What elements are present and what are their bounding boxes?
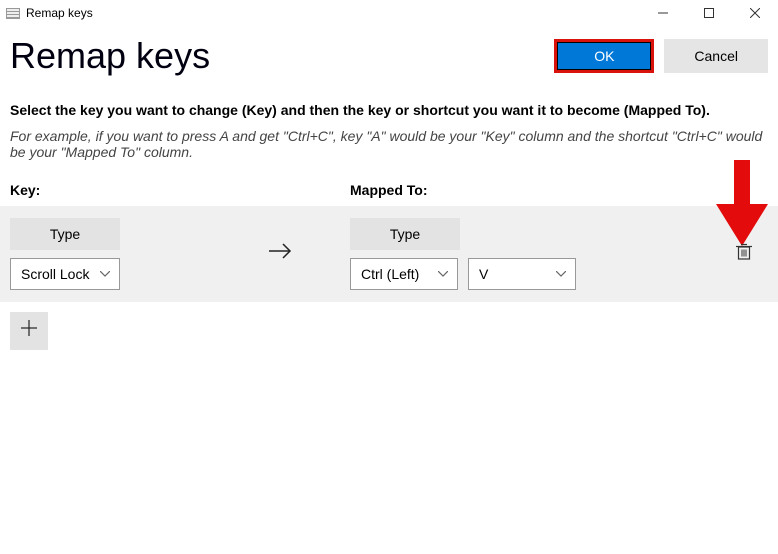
minimize-button[interactable] — [640, 0, 686, 26]
page-title: Remap keys — [10, 36, 554, 76]
mapped-type-button[interactable]: Type — [350, 218, 460, 250]
key-select-value: Scroll Lock — [21, 266, 99, 282]
remap-row: Type Scroll Lock Type Ctrl (Left) — [0, 206, 778, 302]
cancel-button[interactable]: Cancel — [664, 39, 768, 73]
add-row-button[interactable] — [10, 312, 48, 350]
annotation-arrow-icon — [716, 160, 768, 246]
key-column-header: Key: — [10, 182, 350, 198]
app-icon — [6, 8, 20, 19]
mapped-key-select[interactable]: V — [468, 258, 576, 290]
mapped-modifier-select[interactable]: Ctrl (Left) — [350, 258, 458, 290]
mapped-modifier-value: Ctrl (Left) — [361, 266, 437, 282]
maximize-button[interactable] — [686, 0, 732, 26]
instruction-text: Select the key you want to change (Key) … — [10, 102, 768, 118]
column-headers: Key: Mapped To: — [10, 178, 768, 206]
mapped-key-value: V — [479, 266, 555, 282]
header: Remap keys OK Cancel — [0, 26, 778, 76]
key-type-button[interactable]: Type — [10, 218, 120, 250]
arrow-right-icon — [268, 242, 292, 265]
example-text: For example, if you want to press A and … — [10, 128, 768, 160]
chevron-down-icon — [555, 271, 567, 277]
key-select[interactable]: Scroll Lock — [10, 258, 120, 290]
delete-row-button[interactable] — [736, 242, 752, 265]
mapped-column-header: Mapped To: — [350, 182, 768, 198]
trash-icon — [736, 247, 752, 264]
chevron-down-icon — [437, 271, 449, 277]
ok-button[interactable]: OK — [554, 39, 654, 73]
chevron-down-icon — [99, 271, 111, 277]
window-title: Remap keys — [26, 6, 93, 20]
close-button[interactable] — [732, 0, 778, 26]
plus-icon — [20, 319, 38, 342]
titlebar: Remap keys — [0, 0, 778, 26]
